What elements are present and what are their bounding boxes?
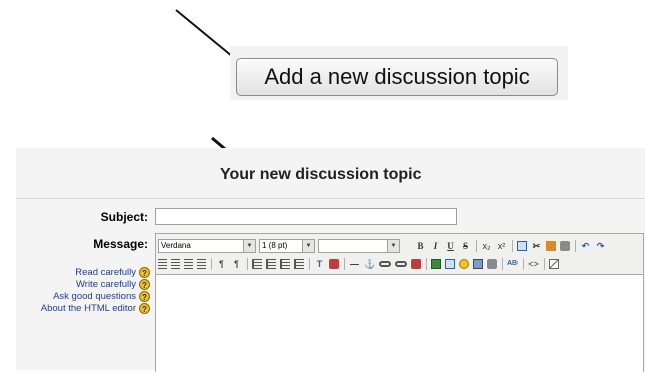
html-editor: Verdana ▼ 1 (8 pt) ▼ ▼ B I U S x₂ x² ✂ ↶… bbox=[155, 233, 644, 372]
underline-icon[interactable]: U bbox=[445, 240, 456, 252]
help-link-label[interactable]: Ask good questions bbox=[53, 291, 136, 302]
paste-icon[interactable] bbox=[546, 241, 556, 251]
strikethrough-icon[interactable]: S bbox=[460, 240, 471, 252]
message-editor-area[interactable] bbox=[156, 274, 643, 372]
background-color-icon[interactable] bbox=[329, 259, 339, 269]
editor-toolbar-row-2: ¶ ¶ T — ⚓ ABC <> bbox=[158, 255, 563, 273]
link-icon[interactable] bbox=[379, 261, 391, 267]
help-link-label[interactable]: Write carefully bbox=[76, 279, 136, 290]
help-link-label[interactable]: About the HTML editor bbox=[41, 303, 136, 314]
italic-icon[interactable]: I bbox=[430, 240, 441, 252]
toolbar-divider bbox=[512, 240, 513, 252]
ordered-list-icon[interactable] bbox=[252, 259, 262, 269]
help-icon[interactable]: ? bbox=[139, 290, 150, 302]
help-icon[interactable]: ? bbox=[139, 302, 150, 314]
chevron-down-icon: ▼ bbox=[387, 240, 399, 252]
special-char-icon[interactable] bbox=[487, 259, 497, 269]
rtl-direction-icon[interactable]: ¶ bbox=[231, 258, 242, 270]
insert-image-icon[interactable] bbox=[431, 259, 441, 269]
font-size-select[interactable]: 1 (8 pt) ▼ bbox=[259, 239, 315, 253]
smiley-icon[interactable] bbox=[459, 259, 469, 269]
help-links: Read carefully ? Write carefully ? Ask g… bbox=[18, 266, 150, 314]
undo-icon[interactable]: ↶ bbox=[580, 240, 591, 252]
chevron-down-icon: ▼ bbox=[302, 240, 314, 252]
align-left-icon[interactable] bbox=[158, 259, 167, 269]
redo-icon[interactable]: ↷ bbox=[595, 240, 606, 252]
help-link-ask-good-questions[interactable]: Ask good questions ? bbox=[18, 290, 150, 302]
text-color-icon[interactable]: T bbox=[314, 258, 325, 270]
html-source-icon[interactable]: <> bbox=[528, 258, 539, 270]
superscript-icon[interactable]: x² bbox=[496, 240, 507, 252]
toolbar-divider bbox=[476, 240, 477, 252]
font-size-value: 1 (8 pt) bbox=[262, 241, 288, 250]
toolbar-divider bbox=[575, 240, 576, 252]
anchor-icon[interactable]: ⚓ bbox=[364, 258, 375, 270]
nolink-icon[interactable] bbox=[411, 259, 421, 269]
help-link-read-carefully[interactable]: Read carefully ? bbox=[18, 266, 150, 278]
unlink-icon[interactable] bbox=[395, 261, 407, 267]
unordered-list-icon[interactable] bbox=[266, 259, 276, 269]
toolbar-divider bbox=[502, 258, 503, 270]
heading-divider bbox=[16, 198, 645, 199]
clean-word-icon[interactable] bbox=[560, 241, 570, 251]
toolbar-divider bbox=[426, 258, 427, 270]
align-right-icon[interactable] bbox=[184, 259, 193, 269]
subject-input[interactable] bbox=[155, 208, 457, 225]
toolbar-divider bbox=[247, 258, 248, 270]
form-heading: Your new discussion topic bbox=[220, 166, 422, 183]
chevron-down-icon: ▼ bbox=[243, 240, 255, 252]
toolbar-divider bbox=[211, 258, 212, 270]
paragraph-format-select[interactable]: ▼ bbox=[318, 239, 400, 253]
subject-label: Subject: bbox=[100, 210, 148, 224]
cut-icon[interactable]: ✂ bbox=[531, 240, 542, 252]
toolbar-divider bbox=[344, 258, 345, 270]
ltr-direction-icon[interactable]: ¶ bbox=[216, 258, 227, 270]
toolbar-divider bbox=[544, 258, 545, 270]
toolbar-divider bbox=[523, 258, 524, 270]
spellcheck-icon[interactable]: ABC bbox=[507, 258, 518, 270]
help-link-about-html-editor[interactable]: About the HTML editor ? bbox=[18, 302, 150, 314]
bold-icon[interactable]: B bbox=[415, 240, 426, 252]
insert-media-icon[interactable] bbox=[473, 259, 483, 269]
subscript-icon[interactable]: x₂ bbox=[481, 240, 492, 252]
toolbar-divider bbox=[309, 258, 310, 270]
font-family-value: Verdana bbox=[161, 241, 191, 250]
editor-toolbar-row-1: Verdana ▼ 1 (8 pt) ▼ ▼ B I U S x₂ x² ✂ ↶… bbox=[158, 237, 610, 255]
help-icon[interactable]: ? bbox=[139, 266, 150, 278]
outdent-icon[interactable] bbox=[280, 259, 290, 269]
font-family-select[interactable]: Verdana ▼ bbox=[158, 239, 256, 253]
fullscreen-icon[interactable] bbox=[549, 259, 559, 269]
align-center-icon[interactable] bbox=[171, 259, 180, 269]
help-icon[interactable]: ? bbox=[139, 278, 150, 290]
horizontal-rule-icon[interactable]: — bbox=[349, 258, 360, 270]
help-link-label[interactable]: Read carefully bbox=[75, 267, 136, 278]
add-discussion-topic-button[interactable]: Add a new discussion topic bbox=[236, 58, 558, 96]
help-link-write-carefully[interactable]: Write carefully ? bbox=[18, 278, 150, 290]
align-justify-icon[interactable] bbox=[197, 259, 206, 269]
insert-table-icon[interactable] bbox=[445, 259, 455, 269]
copy-icon[interactable] bbox=[517, 241, 527, 251]
indent-icon[interactable] bbox=[294, 259, 304, 269]
message-label: Message: bbox=[93, 237, 148, 251]
